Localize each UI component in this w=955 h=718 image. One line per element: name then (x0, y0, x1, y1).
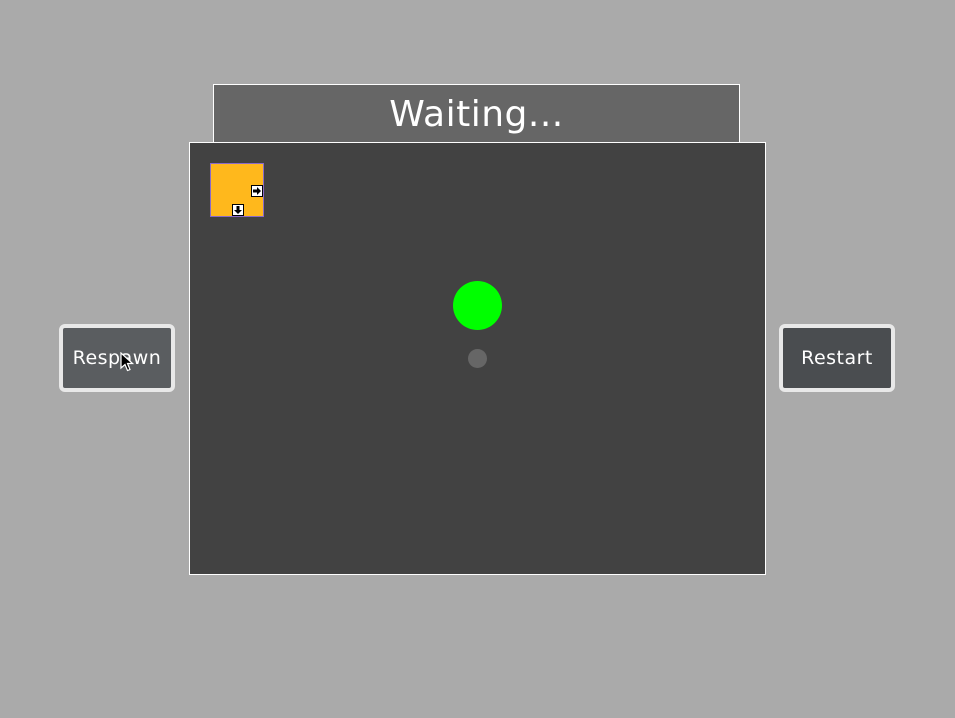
goal-circle (453, 281, 502, 330)
arrow-down-icon (232, 204, 244, 216)
spawn-marker (468, 349, 487, 368)
arrow-right-icon (251, 185, 263, 197)
game-screen: Waiting... Respawn Restart (0, 0, 955, 718)
restart-button[interactable]: Restart (779, 324, 895, 392)
respawn-button[interactable]: Respawn (59, 324, 175, 392)
status-text: Waiting... (389, 93, 564, 135)
status-bar: Waiting... (213, 84, 740, 142)
player-block[interactable] (210, 163, 264, 217)
game-arena[interactable] (189, 142, 766, 575)
